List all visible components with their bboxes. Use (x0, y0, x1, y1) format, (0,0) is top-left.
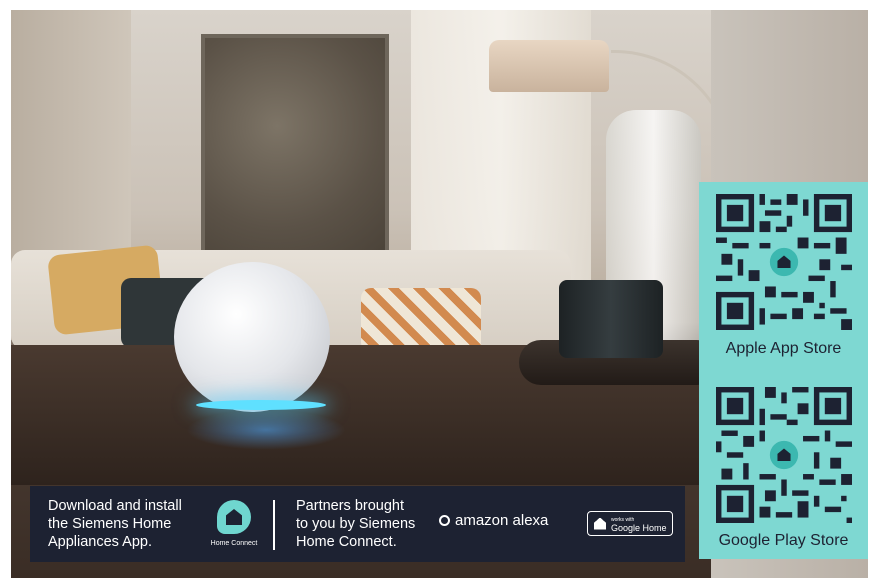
alexa-logo[interactable]: amazon alexa (439, 512, 548, 529)
home-connect-icon (217, 500, 251, 534)
alexa-label: amazon alexa (455, 512, 549, 529)
speaker-light-ring (196, 400, 326, 410)
divider (273, 500, 275, 550)
smart-speaker (174, 262, 330, 412)
qr-code-icon[interactable] (716, 387, 852, 523)
google-play-label: Google Play Store (718, 532, 849, 549)
google-home-icon (594, 517, 606, 530)
qr-code-icon[interactable] (716, 194, 852, 330)
alexa-icon (439, 515, 450, 526)
qr-panel: Apple App Store Google Play Store (699, 182, 868, 559)
home-connect-label: Home Connect (210, 540, 258, 547)
lamp-shade (489, 40, 609, 92)
home-connect-logo[interactable]: Home Connect (210, 500, 258, 547)
google-home-badge[interactable]: works with Google Home (587, 511, 673, 536)
speaker-glow (186, 410, 346, 450)
google-big-label: Google Home (611, 522, 667, 533)
wall-painting (201, 34, 389, 262)
apple-store-label: Apple App Store (725, 340, 842, 357)
striped-pillow (361, 288, 481, 352)
info-bar: Download and install the Siemens Home Ap… (30, 486, 685, 562)
partners-text: Partners brought to you by Siemens Home … (296, 498, 416, 550)
dark-cup (559, 280, 663, 358)
download-text: Download and install the Siemens Home Ap… (48, 498, 182, 550)
